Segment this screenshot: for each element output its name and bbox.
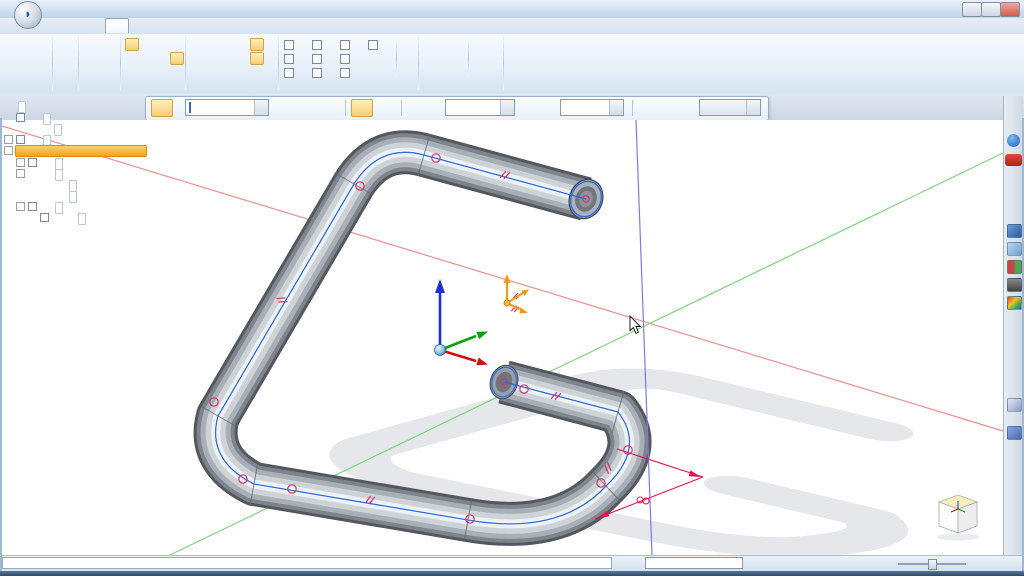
3d-sketches-checkbox[interactable] (28, 202, 37, 211)
view-style-icon[interactable] (812, 556, 828, 571)
tree-row-document[interactable] (2, 101, 26, 112)
protrusion-icon (55, 180, 67, 191)
quick-access-toolbar (48, 1, 73, 16)
expand-icon[interactable] (16, 158, 25, 167)
simulation-icon[interactable] (1007, 296, 1022, 310)
collapse-icon[interactable] (4, 146, 13, 155)
tree-row-protrusion[interactable] (2, 180, 77, 191)
tree-row-material[interactable] (2, 124, 62, 135)
window-icon[interactable] (856, 556, 872, 571)
window-frame-bottom (0, 571, 1024, 576)
base-checkbox[interactable] (16, 113, 25, 122)
zoom-slider-thumb[interactable] (928, 559, 937, 570)
command-finder-go-icon[interactable] (747, 556, 763, 571)
tree-row-reference-planes[interactable] (2, 158, 63, 169)
command-finder-input[interactable] (645, 557, 743, 569)
features-icon (41, 169, 53, 180)
addin-icon[interactable] (1007, 426, 1022, 440)
medal-icon[interactable] (1007, 260, 1022, 274)
3d-sketches-icon (41, 202, 53, 213)
collapse-icon[interactable] (16, 169, 25, 178)
document-window-controls (1000, 20, 1020, 31)
help-icon[interactable] (1007, 134, 1020, 147)
viewport-3d[interactable] (0, 0, 1024, 576)
solid-edge-window: ◗ (0, 0, 1024, 576)
status-bar (0, 555, 1024, 572)
base-icon (29, 113, 41, 124)
library-icon[interactable] (1007, 224, 1022, 238)
solid-edge-logo-icon: ◗ (24, 6, 32, 21)
zoom-in-icon[interactable] (963, 556, 979, 571)
tree-label[interactable] (69, 191, 77, 203)
synchronous-highlight-bar[interactable] (15, 145, 147, 157)
youtube-icon[interactable] (1005, 154, 1022, 166)
layers-icon[interactable] (1007, 242, 1022, 256)
application-button[interactable]: ◗ (14, 1, 42, 29)
material-icon (40, 124, 52, 135)
tree-row-chamfer[interactable] (2, 191, 77, 202)
document-icon (4, 101, 16, 112)
prompt-message (2, 557, 612, 569)
tree-label[interactable] (54, 124, 62, 136)
window-frame-left (0, 118, 2, 571)
chamfer-icon (55, 191, 67, 202)
window-panel-icon[interactable] (1007, 398, 1022, 412)
edgebar-sidebar (1003, 96, 1023, 555)
collapse-icon[interactable] (16, 202, 25, 211)
tree-label[interactable] (18, 101, 26, 113)
tree-row-base[interactable] (2, 113, 51, 124)
base-reference-planes-checkbox[interactable] (16, 135, 25, 144)
tree-row-3d-sketches[interactable] (2, 202, 63, 213)
expand-icon[interactable] (4, 135, 13, 144)
tree-row-3d-sketch-1[interactable] (2, 213, 86, 224)
zoom-icon[interactable] (780, 556, 796, 571)
camera-icon[interactable] (1007, 278, 1022, 292)
zoom-area-icon[interactable] (764, 556, 780, 571)
publish-icon[interactable] (995, 556, 1011, 571)
reference-planes-checkbox[interactable] (28, 158, 37, 167)
tree-row-features[interactable] (2, 169, 63, 180)
3d-sketch-1-checkbox[interactable] (40, 213, 49, 222)
tree-label[interactable] (78, 213, 86, 225)
record-icon[interactable] (980, 556, 996, 571)
3d-sketch-icon (64, 213, 76, 224)
reference-planes-icon (41, 158, 53, 169)
fit-icon[interactable] (796, 556, 812, 571)
